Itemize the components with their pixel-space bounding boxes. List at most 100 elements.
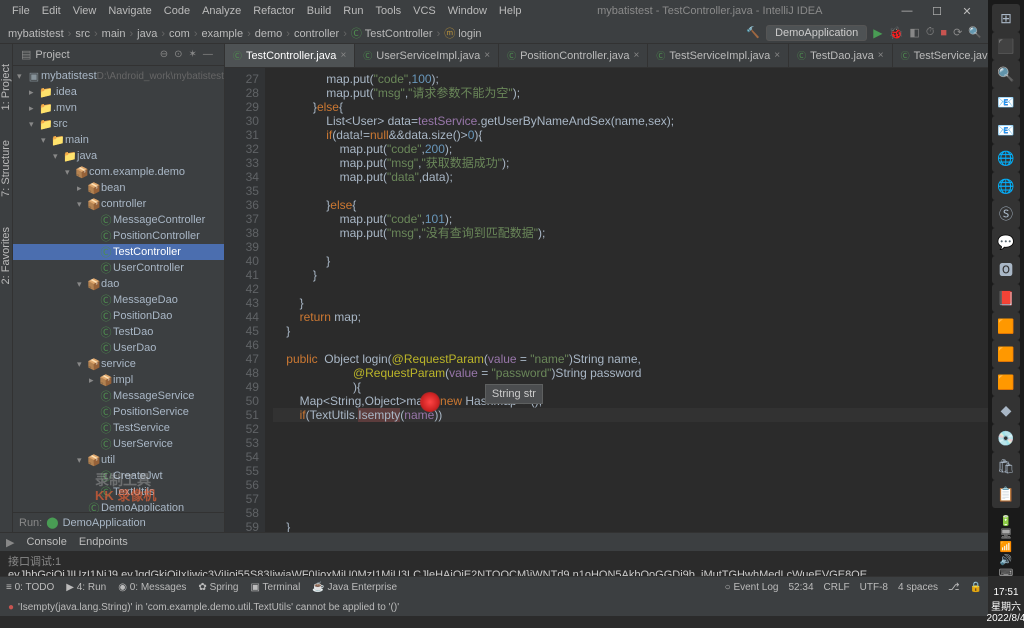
endpoints-tab[interactable]: Endpoints [79, 536, 128, 548]
code-line-40[interactable]: } [273, 254, 1024, 268]
breadcrumb-mybatistest[interactable]: mybatistest [6, 28, 66, 40]
code-line-45[interactable]: } [273, 324, 1024, 338]
console-tab[interactable]: Console [26, 536, 66, 548]
menu-navigate[interactable]: Navigate [102, 5, 157, 17]
hide-icon[interactable]: ― [200, 49, 216, 60]
code-line-57[interactable] [273, 492, 1024, 506]
code-line-54[interactable] [273, 450, 1024, 464]
taskbar-app-0[interactable]: ⊞ [992, 4, 1020, 32]
taskbar-app-16[interactable]: 🛍 [992, 452, 1020, 480]
code-editor[interactable]: 2728293031323334353637383940414243444546… [225, 68, 1024, 532]
code-line-53[interactable] [273, 436, 1024, 450]
hammer-icon[interactable]: 🔨 [746, 26, 760, 39]
tab-close-icon[interactable]: × [774, 50, 780, 61]
taskbar-app-5[interactable]: 🌐 [992, 144, 1020, 172]
code-line-49[interactable]: ){ [273, 380, 1024, 394]
code-line-55[interactable] [273, 464, 1024, 478]
taskbar-app-1[interactable]: ⬛ [992, 32, 1020, 60]
tree-item-TestDao[interactable]: ⒸTestDao [13, 324, 224, 340]
event-log[interactable]: ○ Event Log [725, 582, 779, 593]
taskbar-app-7[interactable]: Ⓢ [992, 200, 1020, 228]
code-line-58[interactable] [273, 506, 1024, 520]
taskbar-app-17[interactable]: 📋 [992, 480, 1020, 508]
breadcrumb-src[interactable]: src [73, 28, 92, 40]
git-branch-icon[interactable]: ⎇ [948, 582, 960, 593]
tree-item--idea[interactable]: ▸📁.idea [13, 84, 224, 100]
tree-item-main[interactable]: ▾📁main [13, 132, 224, 148]
code-line-56[interactable] [273, 478, 1024, 492]
editor-tab-PositionController-java[interactable]: ⒸPositionController.java× [499, 44, 648, 67]
menu-edit[interactable]: Edit [36, 5, 67, 17]
breadcrumb-com[interactable]: com [167, 28, 192, 40]
select-opened-icon[interactable]: ⊙ [171, 49, 185, 60]
status-tool-Spring[interactable]: ✿ Spring [198, 582, 238, 593]
status-tool-Run[interactable]: ▶ 4: Run [66, 582, 106, 593]
taskbar-app-4[interactable]: 📧 [992, 116, 1020, 144]
tree-item-mybatistest[interactable]: ▾▣mybatistest D:\Android_work\mybatistes… [13, 68, 224, 84]
breadcrumb-TestController[interactable]: Ⓒ TestController [349, 28, 435, 40]
coverage-button[interactable]: ◧ [909, 26, 919, 39]
collapse-icon[interactable]: ⊖ [157, 49, 171, 60]
code-line-47[interactable]: public Object login(@RequestParam(value … [273, 352, 1024, 366]
minimize-button[interactable]: ― [892, 5, 922, 17]
breadcrumb-main[interactable]: main [100, 28, 128, 40]
file-encoding[interactable]: UTF-8 [860, 582, 888, 593]
editor-tabs[interactable]: ⒸTestController.java×ⒸUserServiceImpl.ja… [225, 44, 1024, 68]
tree-item-service[interactable]: ▾📦service [13, 356, 224, 372]
taskbar-app-3[interactable]: 📧 [992, 88, 1020, 116]
code-line-48[interactable]: @RequestParam(value = "password")String … [273, 366, 1024, 380]
taskbar-app-9[interactable]: 🅾 [992, 256, 1020, 284]
code-line-51[interactable]: if(TextUtils.Isempty(name)) [273, 408, 1024, 422]
debug-button[interactable]: 🐞 [888, 26, 903, 40]
profile-button[interactable]: ⏱ [926, 26, 935, 39]
close-button[interactable]: ✕ [952, 5, 982, 18]
code-line-44[interactable]: return map; [273, 310, 1024, 324]
editor-tab-TestServiceImpl-java[interactable]: ⒸTestServiceImpl.java× [648, 44, 789, 67]
tree-item-TextUtils[interactable]: ⒸTextUtils [13, 484, 224, 500]
line-separator[interactable]: CRLF [824, 582, 850, 593]
code-line-28[interactable]: map.put("msg","请求参数不能为空"); [273, 86, 1024, 100]
code-line-52[interactable] [273, 422, 1024, 436]
taskbar-app-12[interactable]: 🟧 [992, 340, 1020, 368]
tray-icon-1[interactable]: 🖥 [1000, 529, 1013, 540]
code-line-39[interactable] [273, 240, 1024, 254]
code-line-43[interactable]: } [273, 296, 1024, 310]
taskbar-app-13[interactable]: 🟧 [992, 368, 1020, 396]
code-line-38[interactable]: map.put("msg","没有查询到匹配数据"); [273, 226, 1024, 240]
taskbar-app-6[interactable]: 🌐 [992, 172, 1020, 200]
code-line-50[interactable]: Map<String,Object>map= new HashMap<>(); [273, 394, 1024, 408]
tab-close-icon[interactable]: × [878, 50, 884, 61]
menu-run[interactable]: Run [337, 5, 369, 17]
code-line-37[interactable]: map.put("code",101); [273, 212, 1024, 226]
tree-item-controller[interactable]: ▾📦controller [13, 196, 224, 212]
status-tool-Terminal[interactable]: ▣ Terminal [250, 582, 300, 593]
taskbar-clock[interactable]: 17:51 星期六 2022/8/4 [987, 583, 1024, 628]
favorites-tool-tab[interactable]: 2: Favorites [0, 227, 12, 284]
taskbar-app-8[interactable]: 💬 [992, 228, 1020, 256]
taskbar-app-14[interactable]: ◆ [992, 396, 1020, 424]
taskbar-app-11[interactable]: 🟧 [992, 312, 1020, 340]
tree-item--mvn[interactable]: ▸📁.mvn [13, 100, 224, 116]
panel-toggle-icon[interactable]: ▤ [21, 48, 31, 61]
tree-item-MessageDao[interactable]: ⒸMessageDao [13, 292, 224, 308]
tree-item-PositionService[interactable]: ⒸPositionService [13, 404, 224, 420]
maximize-button[interactable]: ☐ [922, 5, 952, 18]
search-icon[interactable]: 🔍 [968, 26, 982, 39]
tree-item-util[interactable]: ▾📦util [13, 452, 224, 468]
rerun-icon[interactable]: ▶ [6, 536, 14, 549]
code-line-29[interactable]: }else{ [273, 100, 1024, 114]
tray-icon-4[interactable]: ⌨ [999, 568, 1013, 579]
menu-vcs[interactable]: VCS [407, 5, 442, 17]
tab-close-icon[interactable]: × [634, 50, 640, 61]
settings-icon[interactable]: ✶ [186, 49, 200, 60]
code-line-33[interactable]: map.put("msg","获取数据成功"); [273, 156, 1024, 170]
tree-item-impl[interactable]: ▸📦impl [13, 372, 224, 388]
tree-item-dao[interactable]: ▾📦dao [13, 276, 224, 292]
tree-item-PositionController[interactable]: ⒸPositionController [13, 228, 224, 244]
menu-refactor[interactable]: Refactor [247, 5, 301, 17]
menu-code[interactable]: Code [158, 5, 196, 17]
taskbar-app-10[interactable]: 📕 [992, 284, 1020, 312]
editor-tab-TestController-java[interactable]: ⒸTestController.java× [225, 44, 355, 67]
project-tool-tab[interactable]: 1: Project [0, 64, 12, 110]
tree-item-TestController[interactable]: ⒸTestController [13, 244, 224, 260]
